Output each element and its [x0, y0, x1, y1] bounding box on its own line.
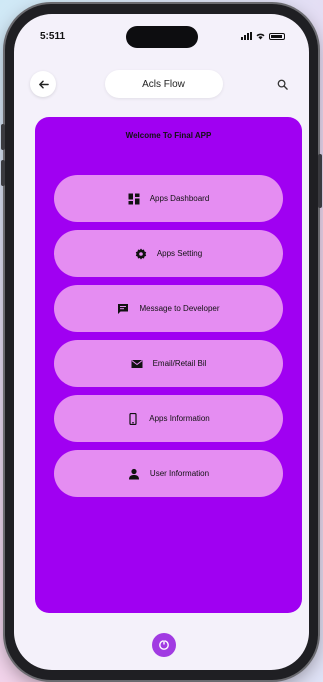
wifi-icon [256, 33, 265, 40]
status-time: 5:511 [40, 30, 66, 42]
dashboard-icon [128, 193, 140, 205]
volume-down-button [1, 160, 5, 186]
page-title: Acls Flow [104, 70, 223, 98]
phone-icon [127, 412, 139, 425]
menu-panel: Welcome To Final APP Apps Dashboard Apps… [35, 117, 302, 613]
app-bar: Acls Flow [14, 62, 309, 106]
person-icon [128, 468, 140, 480]
menu-item-label: Email/Retail Bil [152, 359, 207, 368]
menu-item-email-retail-bill[interactable]: Email/Retail Bil [54, 340, 283, 387]
search-button[interactable] [271, 73, 293, 95]
dynamic-island [126, 26, 198, 48]
menu-item-apps-dashboard[interactable]: Apps Dashboard [54, 175, 283, 222]
back-button[interactable] [30, 71, 56, 97]
welcome-text: Welcome To Final APP [125, 131, 212, 140]
home-button[interactable] [152, 633, 176, 657]
screen: 5:511 Acls Flow Welcome To Final APP App… [14, 14, 309, 670]
menu-item-label: Apps Dashboard [149, 194, 210, 203]
menu-item-label: User Information [149, 469, 210, 478]
phone-frame: 5:511 Acls Flow Welcome To Final APP App… [1, 4, 322, 680]
menu-item-apps-setting[interactable]: Apps Setting [54, 230, 283, 277]
menu-item-user-information[interactable]: User Information [54, 450, 283, 497]
search-icon [277, 79, 288, 90]
arrow-left-icon [38, 80, 49, 88]
home-icon [159, 640, 169, 650]
gear-icon [135, 248, 147, 260]
menu-item-label: Apps Information [149, 414, 210, 423]
status-icons [241, 32, 285, 40]
menu-item-apps-information[interactable]: Apps Information [54, 395, 283, 442]
menu-item-message-developer[interactable]: Message to Developer [54, 285, 283, 332]
menu-item-label: Apps Setting [156, 249, 203, 258]
page-title-text: Acls Flow [142, 78, 185, 90]
volume-up-button [1, 124, 5, 150]
menu-list: Apps Dashboard Apps Setting Message to D… [54, 175, 283, 505]
chat-icon [117, 303, 129, 315]
power-button [318, 154, 322, 208]
battery-icon [269, 32, 285, 40]
mail-icon [131, 358, 143, 370]
signal-icon [241, 32, 252, 40]
menu-item-label: Message to Developer [139, 304, 220, 313]
